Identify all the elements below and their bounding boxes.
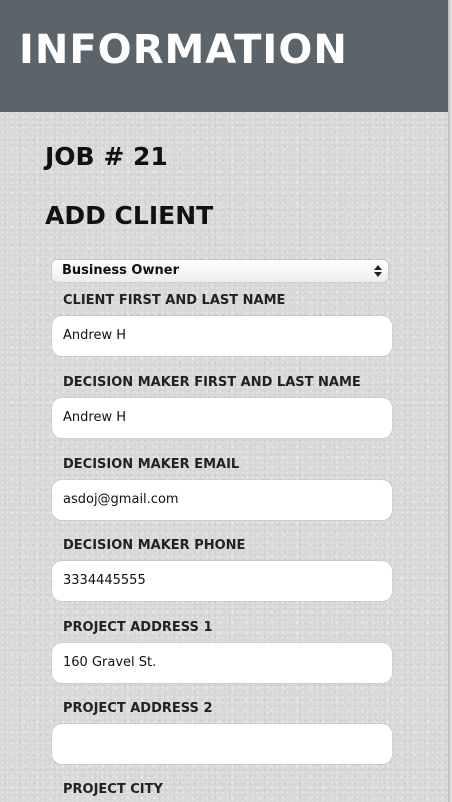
client-name-field[interactable]: Andrew H <box>52 316 392 356</box>
project-address-2-label: PROJECT ADDRESS 2 <box>63 701 213 716</box>
project-address-1-field[interactable]: 160 Gravel St. <box>52 643 392 683</box>
scroll-edge <box>448 0 452 802</box>
decision-maker-email-value: asdoj@gmail.com <box>63 492 179 507</box>
project-address-2-field[interactable] <box>52 724 392 764</box>
decision-maker-email-field[interactable]: asdoj@gmail.com <box>52 480 392 520</box>
client-name-value: Andrew H <box>63 328 126 343</box>
decision-maker-email-label: DECISION MAKER EMAIL <box>63 457 240 472</box>
project-address-1-value: 160 Gravel St. <box>63 655 157 670</box>
client-type-select[interactable]: Business Owner <box>52 260 388 282</box>
job-title: JOB # 21 <box>45 142 168 171</box>
decision-maker-name-label: DECISION MAKER FIRST AND LAST NAME <box>63 375 361 390</box>
client-type-selected: Business Owner <box>62 263 179 278</box>
header-bar: INFORMATION <box>0 0 448 112</box>
select-arrows-icon <box>374 265 382 277</box>
decision-maker-phone-value: 3334445555 <box>63 573 146 588</box>
decision-maker-phone-field[interactable]: 3334445555 <box>52 561 392 601</box>
decision-maker-name-value: Andrew H <box>63 410 126 425</box>
client-name-label: CLIENT FIRST AND LAST NAME <box>63 293 286 308</box>
project-city-label: PROJECT CITY <box>63 782 163 797</box>
section-title: ADD CLIENT <box>45 201 214 230</box>
decision-maker-phone-label: DECISION MAKER PHONE <box>63 538 246 553</box>
decision-maker-name-field[interactable]: Andrew H <box>52 398 392 438</box>
project-address-1-label: PROJECT ADDRESS 1 <box>63 620 213 635</box>
page-title: INFORMATION <box>19 27 348 73</box>
